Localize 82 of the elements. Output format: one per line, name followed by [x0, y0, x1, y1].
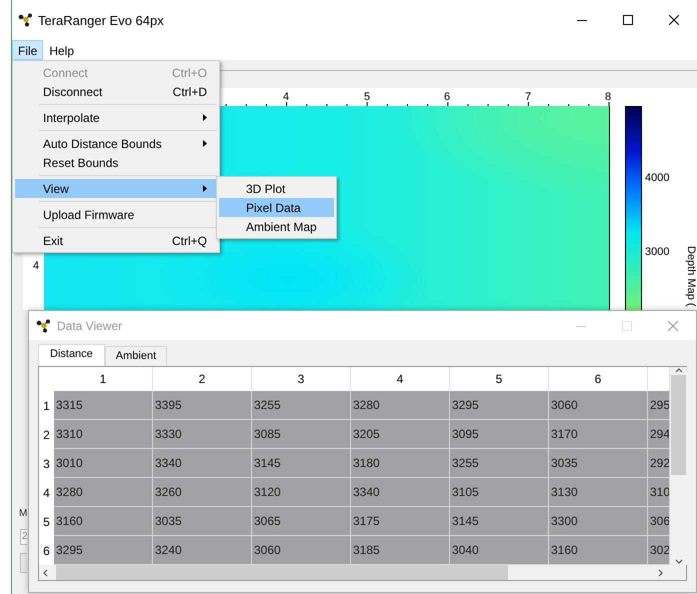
table-cell: 3160: [54, 507, 153, 536]
maximize-icon: [623, 15, 633, 25]
window-title: TeraRanger Evo 64px: [38, 12, 164, 28]
table-cell: 3295: [54, 536, 153, 565]
table-cell: 3280: [351, 391, 450, 420]
menu-item[interactable]: View: [15, 179, 217, 198]
table-cell: 3295: [450, 391, 549, 420]
button[interactable]: [20, 553, 27, 573]
table-cell: 3395: [153, 391, 252, 420]
menu-item[interactable]: Upload Firmware: [15, 205, 217, 224]
menu-item[interactable]: Exit Ctrl+Q: [15, 231, 217, 250]
axis-tick-label: 5: [364, 91, 370, 103]
table-cell: 3330: [153, 420, 252, 449]
table-cell: 3170: [549, 420, 648, 449]
table-cell: 3130: [549, 478, 648, 507]
table-cell: 3105: [450, 478, 549, 507]
table-cell: 3060: [252, 536, 351, 565]
tab[interactable]: Distance: [38, 344, 105, 366]
row-header[interactable]: 6: [39, 536, 54, 565]
table-cell: 3035: [549, 449, 648, 478]
row-header[interactable]: 2: [39, 420, 54, 449]
menu-item[interactable]: Auto Distance Bounds: [15, 134, 217, 153]
table-cell: 3160: [549, 536, 648, 565]
menu-item[interactable]: Interpolate: [15, 108, 217, 127]
colorbar-tick-label: 4000: [645, 172, 670, 184]
scroll-down-icon[interactable]: [674, 559, 682, 565]
field-label: M: [19, 508, 28, 519]
table-cell: 3240: [153, 536, 252, 565]
axis-tick-label: 6: [444, 91, 450, 103]
table-cell: 3010: [54, 449, 153, 478]
table-cell: 302: [648, 536, 670, 565]
table-cell: 3300: [549, 507, 648, 536]
table-cell: 3060: [549, 391, 648, 420]
table-cell: 3085: [252, 420, 351, 449]
table-cell: 3180: [351, 449, 450, 478]
tab[interactable]: Ambient: [104, 346, 168, 366]
row-header[interactable]: 4: [39, 478, 54, 507]
menu-item[interactable]: Ambient Map: [219, 217, 334, 236]
menu-item[interactable]: Help: [43, 40, 80, 60]
table-cell: 3035: [153, 507, 252, 536]
table-cell: 3095: [450, 420, 549, 449]
table-cell: 3310: [54, 420, 153, 449]
menu-item[interactable]: Pixel Data: [219, 198, 334, 217]
scroll-up-icon[interactable]: [674, 367, 682, 373]
table-cell: 3040: [450, 536, 549, 565]
scroll-left-icon[interactable]: [42, 568, 50, 576]
row-header[interactable]: 1: [39, 391, 54, 420]
colorbar-tick-label: 3000: [645, 246, 670, 258]
maximize-icon[interactable]: [622, 320, 632, 330]
menu-item[interactable]: Disconnect Ctrl+D: [15, 82, 217, 101]
table-cell: 3065: [252, 507, 351, 536]
table-cell: 3315: [54, 391, 153, 420]
table-cell: 3145: [450, 507, 549, 536]
close-icon[interactable]: [668, 320, 678, 330]
table-cell: 3340: [153, 449, 252, 478]
axis-tick-label: 7: [524, 91, 532, 103]
scroll-right-icon[interactable]: [656, 568, 664, 576]
table-cell: 3120: [252, 478, 351, 507]
table-cell: 3340: [351, 478, 450, 507]
table-cell: 3280: [54, 478, 153, 507]
axis-tick-label: 8: [604, 91, 612, 103]
table-cell: 3260: [153, 478, 252, 507]
table-cell: 3205: [351, 420, 450, 449]
table-cell: 3185: [351, 536, 450, 565]
colorbar-label: Depth Map (: [684, 246, 697, 307]
app-logo-icon: [18, 13, 34, 27]
app-logo-icon: [36, 318, 52, 332]
table-cell: 3255: [450, 449, 549, 478]
axis-tick-label: 4: [32, 260, 40, 272]
table-cell: 3255: [252, 391, 351, 420]
window-title: Data Viewer: [57, 318, 122, 332]
menu-item[interactable]: Reset Bounds: [15, 153, 217, 172]
table-cell: 3175: [351, 507, 450, 536]
row-header[interactable]: 3: [39, 449, 54, 478]
table-cell: 3145: [252, 449, 351, 478]
table-cell: 292: [648, 449, 670, 478]
vertical-scrollbar[interactable]: [670, 367, 687, 565]
menu-item[interactable]: 3D Plot: [219, 179, 334, 198]
close-icon: [669, 15, 679, 25]
menu-item[interactable]: File: [12, 40, 44, 60]
row-header[interactable]: 5: [39, 507, 54, 536]
axis-tick-label: 4: [282, 91, 290, 103]
